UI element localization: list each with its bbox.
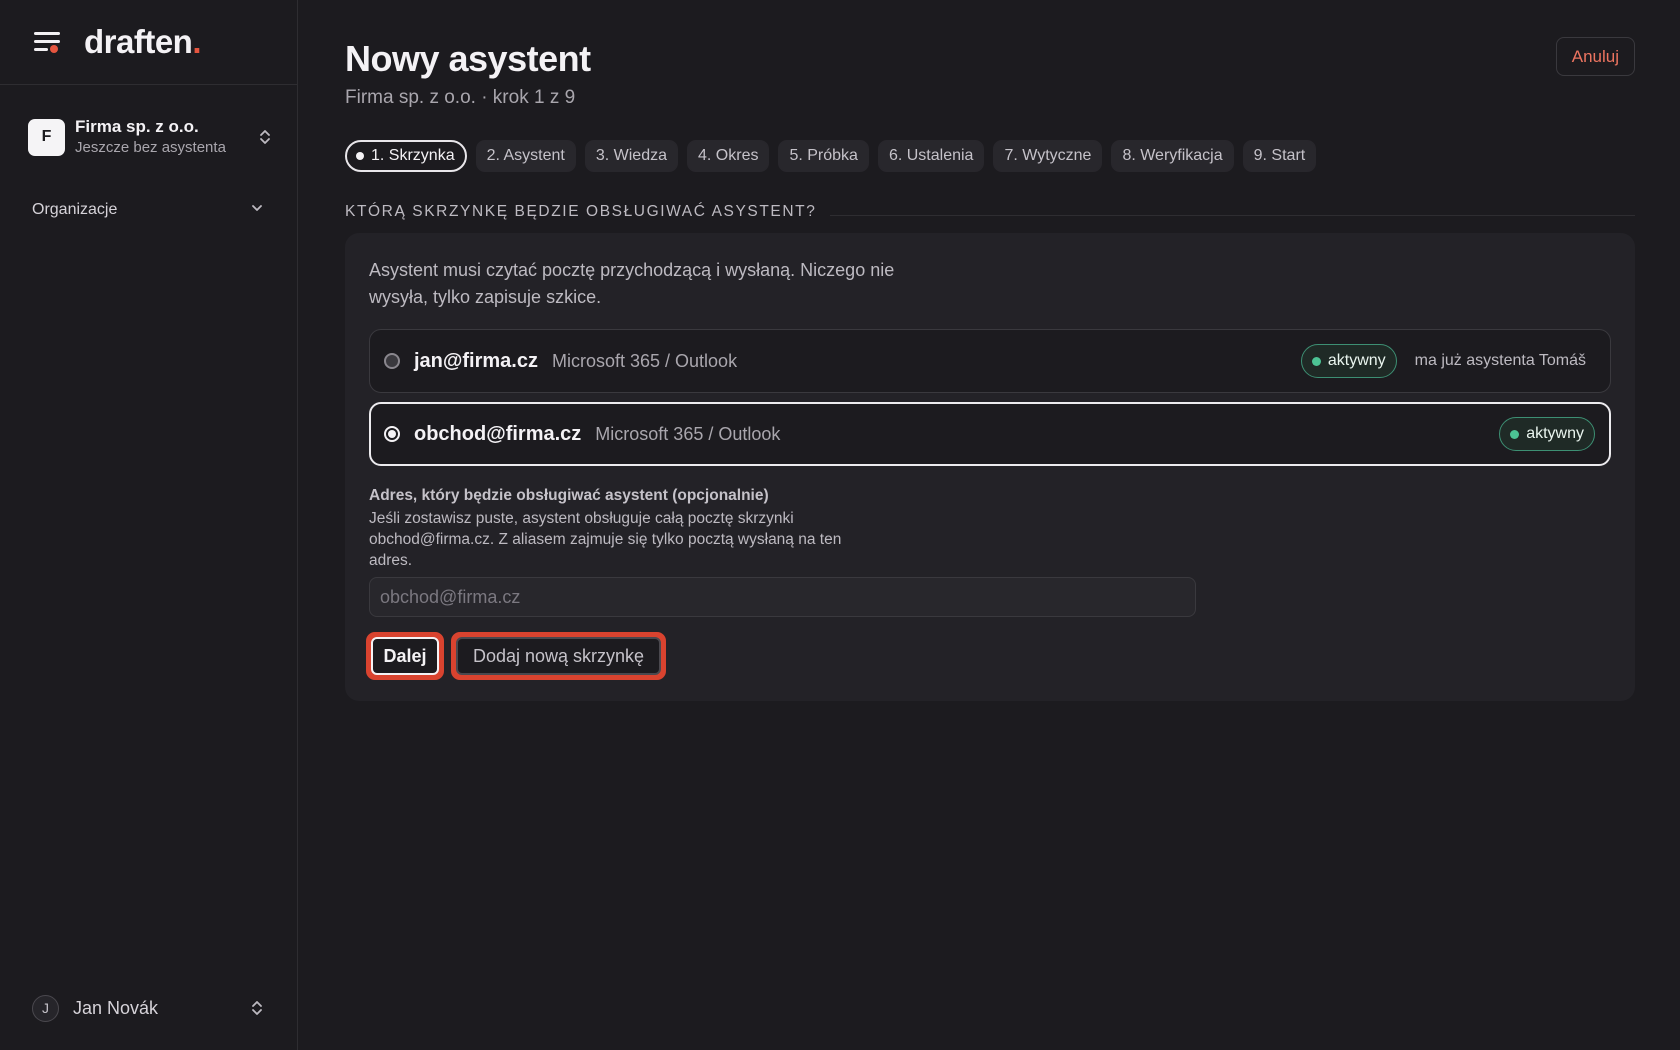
sidebar: draften. F Firma sp. z o.o. Jeszcze bez … xyxy=(0,0,298,1050)
step-assistant[interactable]: 2. Asystent xyxy=(475,140,576,172)
status-badge: aktywny xyxy=(1499,417,1595,451)
page-title: Nowy asystent xyxy=(345,38,591,79)
section-title: KTÓRĄ SKRZYNKĘ BĘDZIE OBSŁUGIWAĆ ASYSTEN… xyxy=(345,203,817,220)
user-name: Jan Novák xyxy=(73,997,159,1018)
step-knowledge[interactable]: 3. Wiedza xyxy=(584,140,678,172)
chevron-up-down-icon xyxy=(258,127,272,147)
user-menu[interactable]: J Jan Novák xyxy=(32,994,264,1022)
mailbox-provider: Microsoft 365 / Outlook xyxy=(595,423,781,444)
step-sample[interactable]: 5. Próbka xyxy=(778,140,869,172)
step-guidelines[interactable]: 7. Wytyczne xyxy=(993,140,1103,172)
org-name: Firma sp. z o.o. xyxy=(75,117,199,136)
org-subtitle: Jeszcze bez asystenta xyxy=(75,139,226,156)
organization-switcher[interactable]: F Firma sp. z o.o. Jeszcze bez asystenta xyxy=(28,112,272,162)
status-dot-icon xyxy=(1510,429,1520,439)
org-avatar: F xyxy=(28,118,65,156)
mailbox-note: ma już asystenta Tomáš xyxy=(1414,352,1586,369)
alias-label: Adres, który będzie obsługiwać asystent … xyxy=(369,487,769,504)
wizard-steps: 1. Skrzynka 2. Asystent 3. Wiedza 4. Okr… xyxy=(345,140,1317,172)
app-logo[interactable]: draften. xyxy=(84,23,201,61)
add-mailbox-button[interactable]: Dodaj nową skrzynkę xyxy=(451,632,666,680)
menu-icon[interactable] xyxy=(34,31,60,53)
mailbox-option-selected[interactable]: obchod@firma.cz Microsoft 365 / Outlook … xyxy=(369,402,1611,466)
sidebar-header: draften. xyxy=(0,0,297,85)
chevron-up-down-icon xyxy=(250,998,264,1018)
mailbox-card: Asystent musi czytać pocztę przychodzącą… xyxy=(345,233,1635,701)
user-avatar: J xyxy=(32,994,59,1022)
status-badge: aktywny xyxy=(1300,344,1397,378)
alias-input[interactable] xyxy=(369,577,1196,617)
section-header: KTÓRĄ SKRZYNKĘ BĘDZIE OBSŁUGIWAĆ ASYSTEN… xyxy=(345,203,1635,221)
chevron-down-icon xyxy=(250,201,264,220)
mailbox-option[interactable]: jan@firma.cz Microsoft 365 / Outlook akt… xyxy=(369,329,1611,393)
sidebar-item-label: Organizacje xyxy=(32,201,118,218)
cancel-button[interactable]: Anuluj xyxy=(1555,37,1635,76)
active-step-dot-icon xyxy=(356,152,364,160)
status-dot-icon xyxy=(1311,356,1321,366)
step-start[interactable]: 9. Start xyxy=(1242,140,1317,172)
mailbox-radio[interactable] xyxy=(384,426,400,442)
next-button[interactable]: Dalej xyxy=(366,632,444,680)
step-period[interactable]: 4. Okres xyxy=(687,140,770,172)
page-subtitle: Firma sp. z o.o. · krok 1 z 9 xyxy=(345,87,576,108)
mailbox-provider: Microsoft 365 / Outlook xyxy=(551,350,738,371)
alias-help-text: Jeśli zostawisz puste, asystent obsługuj… xyxy=(369,510,842,569)
mailbox-email: obchod@firma.cz xyxy=(414,422,582,445)
main-content: Nowy asystent Firma sp. z o.o. · krok 1 … xyxy=(345,0,1635,1050)
card-intro-text: Asystent musi czytać pocztę przychodzącą… xyxy=(369,260,895,307)
step-verification[interactable]: 8. Weryfikacja xyxy=(1111,140,1234,172)
sidebar-item-organizations[interactable]: Organizacje xyxy=(32,198,264,222)
section-divider xyxy=(830,214,1635,216)
mailbox-radio[interactable] xyxy=(384,353,400,369)
step-settings[interactable]: 6. Ustalenia xyxy=(877,140,985,172)
step-mailbox[interactable]: 1. Skrzynka xyxy=(345,140,467,172)
mailbox-email: jan@firma.cz xyxy=(414,349,538,372)
